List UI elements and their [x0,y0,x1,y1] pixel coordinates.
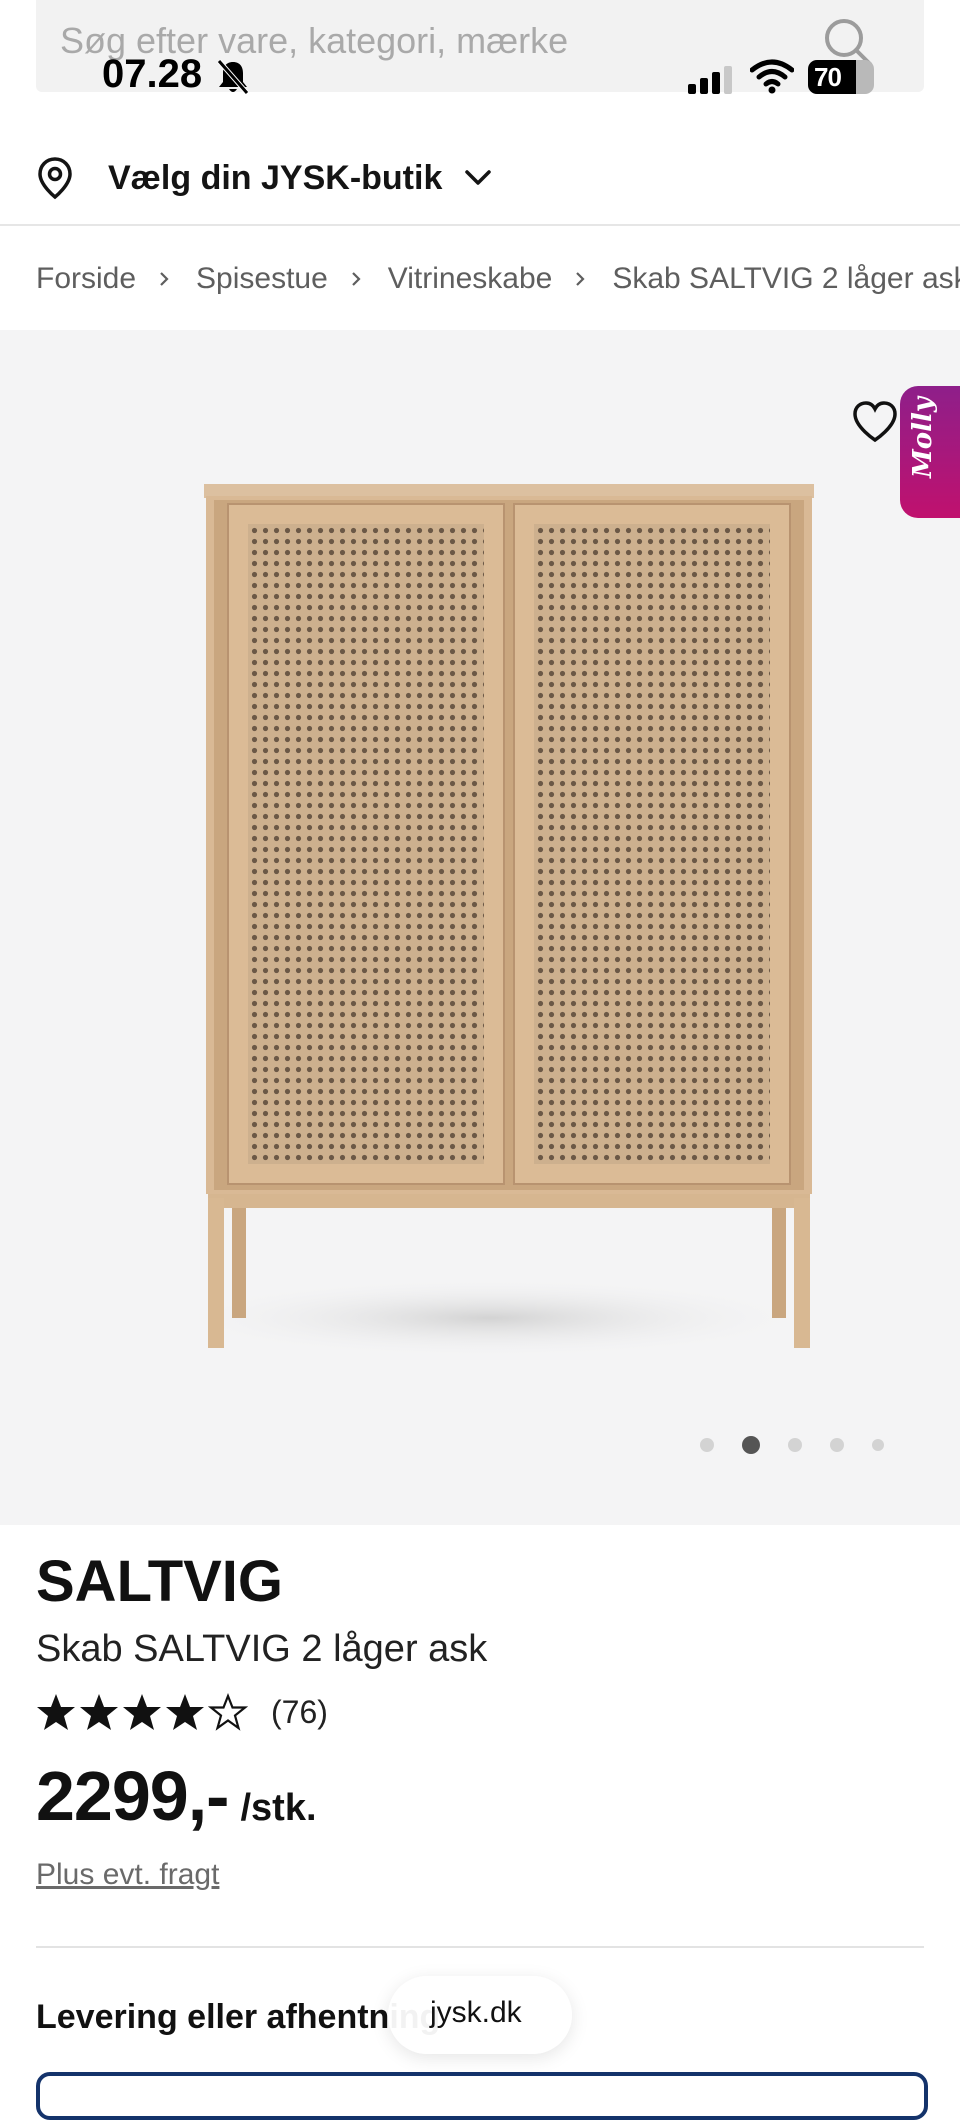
status-time: 07.28 [102,52,203,96]
star-filled-icon [37,1694,75,1730]
bell-off-icon [217,59,249,95]
battery-indicator: 70 [808,60,874,94]
carousel-dot[interactable] [788,1438,802,1452]
browser-url-pill[interactable]: jysk.dk [388,1976,572,2054]
product-rating[interactable]: (76) [36,1688,328,1736]
breadcrumb-item-spisestue[interactable]: Spisestue [196,262,328,296]
battery-percent: 70 [814,62,842,92]
delivery-heading: Levering eller afhentning [36,1998,441,2036]
product-name: Skab SALTVIG 2 låger ask [36,1628,488,1670]
signal-icon [688,66,732,94]
molly-assistant-tab[interactable]: Molly [900,386,960,518]
freight-link[interactable]: Plus evt. fragt [36,1858,219,1892]
breadcrumb: Forside Spisestue Vitrineskabe Skab SALT… [36,258,960,300]
chevron-down-icon[interactable] [464,168,492,188]
star-filled-icon [166,1694,204,1730]
location-pin-icon [38,157,72,200]
carousel-dot[interactable] [830,1438,844,1452]
review-count[interactable]: (76) [271,1694,328,1731]
product-brand: SALTVIG [36,1549,284,1614]
divider [0,224,960,226]
carousel-dot[interactable] [700,1438,714,1452]
breadcrumb-item-current: Skab SALTVIG 2 låger ask [612,262,960,295]
battery-tip [870,71,874,83]
price-unit: /stk. [240,1787,317,1829]
star-empty-icon [208,1692,248,1731]
product-image[interactable] [150,470,830,1370]
breadcrumb-item-forside[interactable]: Forside [36,262,136,296]
chevron-right-icon [352,272,361,286]
delivery-option-box[interactable] [36,2072,928,2120]
carousel-dot-active[interactable] [742,1436,760,1454]
carousel-dot[interactable] [872,1439,884,1451]
breadcrumb-item-vitrineskabe[interactable]: Vitrineskabe [388,262,553,296]
price-value: 2299,- [36,1757,229,1835]
product-price: 2299,- /stk. [36,1756,317,1836]
chevron-right-icon [160,272,169,286]
store-selector-label[interactable]: Vælg din JYSK-butik [108,159,442,198]
divider [36,1946,924,1948]
chevron-right-icon [576,272,585,286]
star-filled-icon [123,1694,161,1730]
star-filled-icon [80,1694,118,1730]
store-selector[interactable]: Vælg din JYSK-butik [36,150,492,206]
carousel-dots [700,1434,912,1456]
browser-url[interactable]: jysk.dk [430,1996,522,2030]
heart-icon[interactable] [852,400,898,444]
molly-label[interactable]: Molly [908,397,938,478]
wifi-icon [750,59,794,94]
